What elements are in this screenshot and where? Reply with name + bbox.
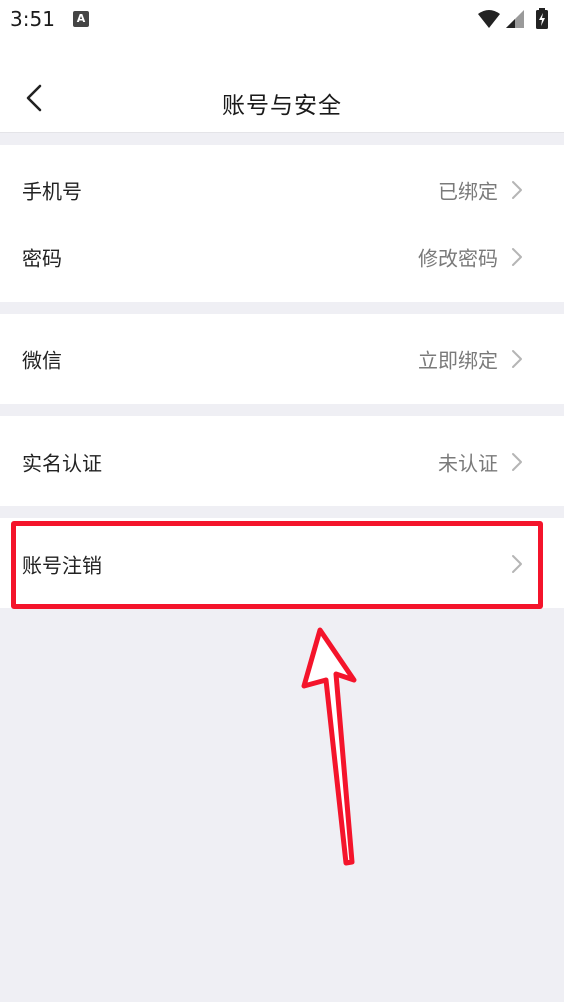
chevron-right-icon [512,453,522,471]
row-phone[interactable]: 手机号 已绑定 [0,157,564,223]
header: 账号与安全 [0,40,564,133]
page-title: 账号与安全 [222,93,342,119]
row-password[interactable]: 密码 修改密码 [0,224,564,290]
chevron-right-icon [512,555,522,573]
notification-icon: A [73,11,89,27]
real-name-section: 实名认证 未认证 [0,416,564,506]
chevron-right-icon [512,350,522,368]
row-wechat[interactable]: 微信 立即绑定 [0,326,564,392]
cancel-account-section: 账号注销 [0,518,564,608]
row-wechat-label: 微信 [22,348,62,373]
account-section: 手机号 已绑定 密码 修改密码 [0,145,564,302]
chevron-right-icon [512,181,522,199]
row-cancel-account-label: 账号注销 [22,553,102,578]
row-password-value: 修改密码 [418,246,498,271]
row-phone-value: 已绑定 [438,179,498,204]
status-time: 3:51 [10,7,55,31]
status-icons [478,8,548,29]
row-real-name[interactable]: 实名认证 未认证 [0,429,564,495]
row-real-name-value: 未认证 [438,451,498,476]
wifi-icon [478,10,500,28]
wechat-section: 微信 立即绑定 [0,314,564,404]
status-bar: 3:51 A [0,0,564,40]
row-password-label: 密码 [22,246,62,271]
annotation-arrow [301,627,357,866]
row-cancel-account[interactable]: 账号注销 [0,531,564,597]
row-phone-label: 手机号 [22,179,82,204]
row-real-name-label: 实名认证 [22,451,102,476]
chevron-right-icon [512,248,522,266]
row-wechat-value: 立即绑定 [418,348,498,373]
